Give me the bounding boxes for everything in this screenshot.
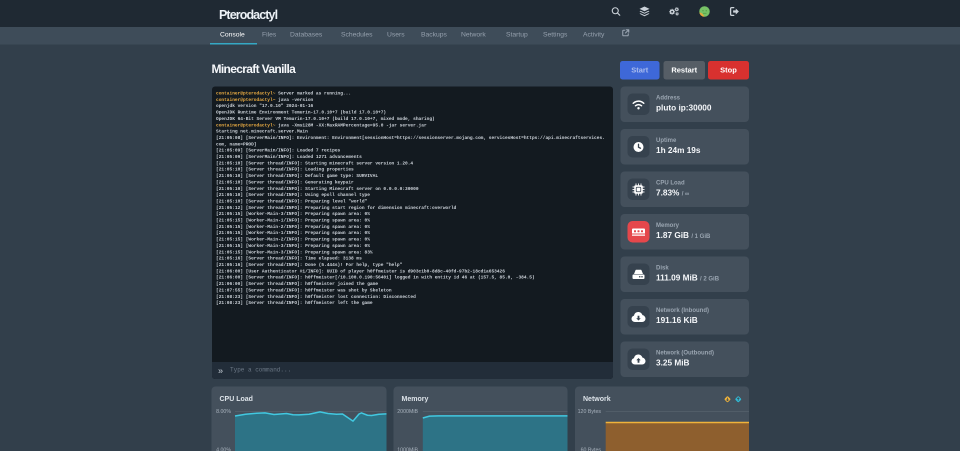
svg-text:120 Bytes: 120 Bytes [578,409,602,415]
svg-text:2000MiB: 2000MiB [397,409,418,415]
svg-text:1000MiB: 1000MiB [397,448,418,451]
svg-text:4.00%: 4.00% [216,448,231,451]
svg-text:60 Bytes: 60 Bytes [581,448,602,451]
svg-text:8.00%: 8.00% [216,409,231,415]
